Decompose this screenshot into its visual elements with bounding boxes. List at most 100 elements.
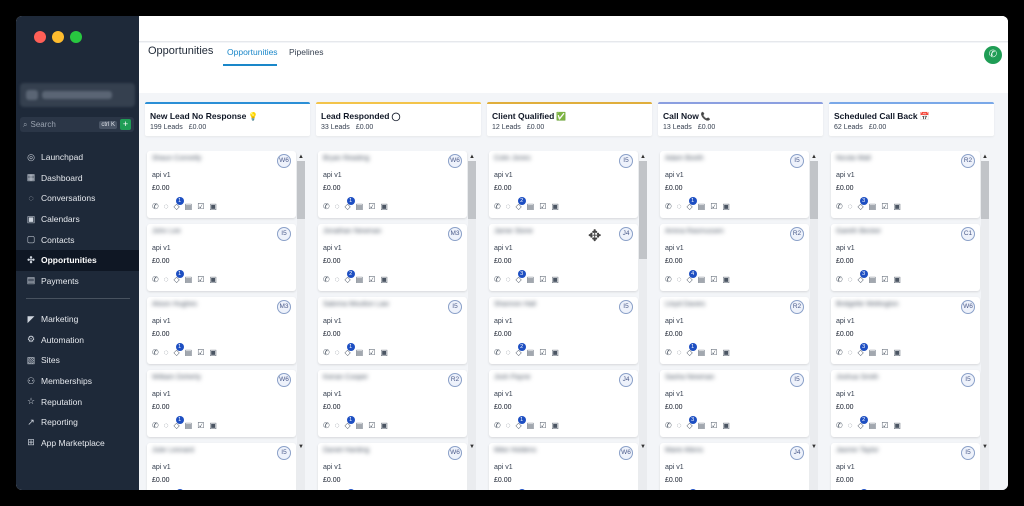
scroll-up-arrow-icon[interactable]: ▲ [811, 154, 817, 160]
contact-name[interactable]: Jasmin Taylor [836, 447, 879, 454]
contact-name[interactable]: Shaun Connelly [152, 155, 201, 162]
task-icon[interactable]: ☑ [368, 202, 375, 211]
avatar[interactable]: W6 [277, 373, 291, 387]
opportunity-card[interactable]: Jamie Stone J4 api v1 £0.00 ✆ ◌ ◇ 3 ▤ ☑ ▣ [489, 224, 638, 291]
contact-name[interactable]: Shannon Hall [494, 301, 536, 308]
scrollbar-thumb[interactable] [639, 161, 647, 259]
close-window-button[interactable] [34, 31, 46, 43]
phone-icon[interactable]: ✆ [836, 348, 843, 357]
chat-icon[interactable]: ◌ [848, 421, 853, 430]
tag-icon[interactable]: ◇ 1 [344, 416, 355, 430]
appointment-icon[interactable]: ▣ [893, 202, 901, 211]
appointment-icon[interactable]: ▣ [722, 202, 730, 211]
note-icon[interactable]: ▤ [698, 421, 706, 430]
opportunity-card[interactable]: Lloyd Davies R2 api v1 £0.00 ✆ ◌ ◇ 1 ▤ ☑ ▣ [660, 297, 809, 364]
note-icon[interactable]: ▤ [527, 202, 535, 211]
note-icon[interactable]: ▤ [527, 421, 535, 430]
tag-icon[interactable]: ◇ 1 [515, 416, 526, 430]
chat-icon[interactable]: ◌ [335, 421, 340, 430]
task-icon[interactable]: ☑ [539, 348, 546, 357]
appointment-icon[interactable]: ▣ [893, 348, 901, 357]
scrollbar-thumb[interactable] [297, 161, 305, 219]
appointment-icon[interactable]: ▣ [551, 348, 559, 357]
chat-icon[interactable]: ◌ [335, 348, 340, 357]
appointment-icon[interactable]: ▣ [380, 275, 388, 284]
chat-icon[interactable]: ◌ [164, 348, 169, 357]
chat-icon[interactable]: ◌ [335, 275, 340, 284]
opportunity-card[interactable]: Shaun Connelly W6 api v1 £0.00 ✆ ◌ ◇ 1 ▤ ☑ ▣ [147, 151, 296, 218]
sidebar-item-reporting[interactable]: ↗ Reporting [16, 412, 139, 433]
scrollbar-thumb[interactable] [810, 161, 818, 219]
task-icon[interactable]: ☑ [881, 421, 888, 430]
note-icon[interactable]: ▤ [356, 275, 364, 284]
task-icon[interactable]: ☑ [368, 275, 375, 284]
avatar[interactable]: J4 [790, 446, 804, 460]
tag-icon[interactable]: ◇ 3 [857, 197, 868, 211]
contact-name[interactable]: Amina Rasmussen [665, 228, 724, 235]
task-icon[interactable]: ☑ [197, 348, 204, 357]
note-icon[interactable]: ▤ [185, 348, 193, 357]
tab-opportunities[interactable]: Opportunities [227, 47, 278, 57]
tag-icon[interactable]: ◇ 3 [857, 270, 868, 284]
task-icon[interactable]: ☑ [197, 275, 204, 284]
task-icon[interactable]: ☑ [368, 348, 375, 357]
sidebar-item-app-marketplace[interactable]: ⊞ App Marketplace [16, 433, 139, 454]
tag-icon[interactable]: ◇ 2 [515, 343, 526, 357]
appointment-icon[interactable]: ▣ [551, 275, 559, 284]
contact-name[interactable]: Kieran Cooper [323, 374, 368, 381]
chat-icon[interactable]: ◌ [164, 421, 169, 430]
phone-icon[interactable]: ✆ [323, 275, 330, 284]
task-icon[interactable]: ☑ [710, 421, 717, 430]
note-icon[interactable]: ▤ [698, 275, 706, 284]
column-scrollbar[interactable] [810, 161, 818, 490]
sidebar-item-memberships[interactable]: ⚇ Memberships [16, 371, 139, 392]
note-icon[interactable]: ▤ [698, 202, 706, 211]
scroll-down-arrow-icon[interactable]: ▼ [640, 444, 646, 450]
sidebar-item-reputation[interactable]: ☆ Reputation [16, 391, 139, 412]
opportunity-card[interactable]: Jasmin TaylorI5api v1£0.00✆◌◇2▤☑▣ [831, 443, 980, 490]
tag-icon[interactable]: ◇ 3 [515, 270, 526, 284]
contact-name[interactable]: Nicola Wall [836, 155, 871, 162]
tag-icon[interactable]: ◇ 2 [515, 197, 526, 211]
tag-icon[interactable]: ◇ 1 [173, 416, 184, 430]
chat-icon[interactable]: ◌ [164, 275, 169, 284]
phone-icon[interactable]: ✆ [152, 421, 159, 430]
chat-icon[interactable]: ◌ [677, 421, 682, 430]
appointment-icon[interactable]: ▣ [722, 275, 730, 284]
phone-icon[interactable]: ✆ [494, 421, 501, 430]
avatar[interactable]: W6 [448, 446, 462, 460]
avatar[interactable]: I5 [448, 300, 462, 314]
chat-icon[interactable]: ◌ [506, 348, 511, 357]
chat-icon[interactable]: ◌ [506, 275, 511, 284]
appointment-icon[interactable]: ▣ [380, 421, 388, 430]
scroll-down-arrow-icon[interactable]: ▼ [982, 444, 988, 450]
tag-icon[interactable]: ◇ 1 [686, 197, 697, 211]
task-icon[interactable]: ☑ [881, 348, 888, 357]
opportunity-card[interactable]: Nicola Wall R2 api v1 £0.00 ✆ ◌ ◇ 3 ▤ ☑ ▣ [831, 151, 980, 218]
appointment-icon[interactable]: ▣ [209, 421, 217, 430]
avatar[interactable]: I5 [790, 373, 804, 387]
phone-icon[interactable]: ✆ [665, 421, 672, 430]
phone-icon[interactable]: ✆ [665, 348, 672, 357]
task-icon[interactable]: ☑ [368, 421, 375, 430]
avatar[interactable]: R2 [961, 154, 975, 168]
opportunity-card[interactable]: Mike HoldensW6api v1£0.00✆◌◇1▤☑▣ [489, 443, 638, 490]
task-icon[interactable]: ☑ [881, 275, 888, 284]
phone-icon[interactable]: ✆ [323, 348, 330, 357]
task-icon[interactable]: ☑ [710, 202, 717, 211]
contact-name[interactable]: Daniel Harding [323, 447, 369, 454]
chat-icon[interactable]: ◌ [677, 275, 682, 284]
phone-icon[interactable]: ✆ [323, 202, 330, 211]
note-icon[interactable]: ▤ [356, 421, 364, 430]
note-icon[interactable]: ▤ [185, 275, 193, 284]
avatar[interactable]: I5 [790, 154, 804, 168]
contact-name[interactable]: Bryan Reading [323, 155, 369, 162]
opportunity-card[interactable]: William Doherty W6 api v1 £0.00 ✆ ◌ ◇ 1 ▤ ☑ ▣ [147, 370, 296, 437]
avatar[interactable]: W6 [277, 154, 291, 168]
tag-icon[interactable]: ◇ 1 [173, 343, 184, 357]
sidebar-item-contacts[interactable]: ▢ Contacts [16, 229, 139, 250]
note-icon[interactable]: ▤ [356, 202, 364, 211]
column-scrollbar[interactable] [981, 161, 989, 490]
appointment-icon[interactable]: ▣ [893, 421, 901, 430]
avatar[interactable]: I5 [619, 154, 633, 168]
